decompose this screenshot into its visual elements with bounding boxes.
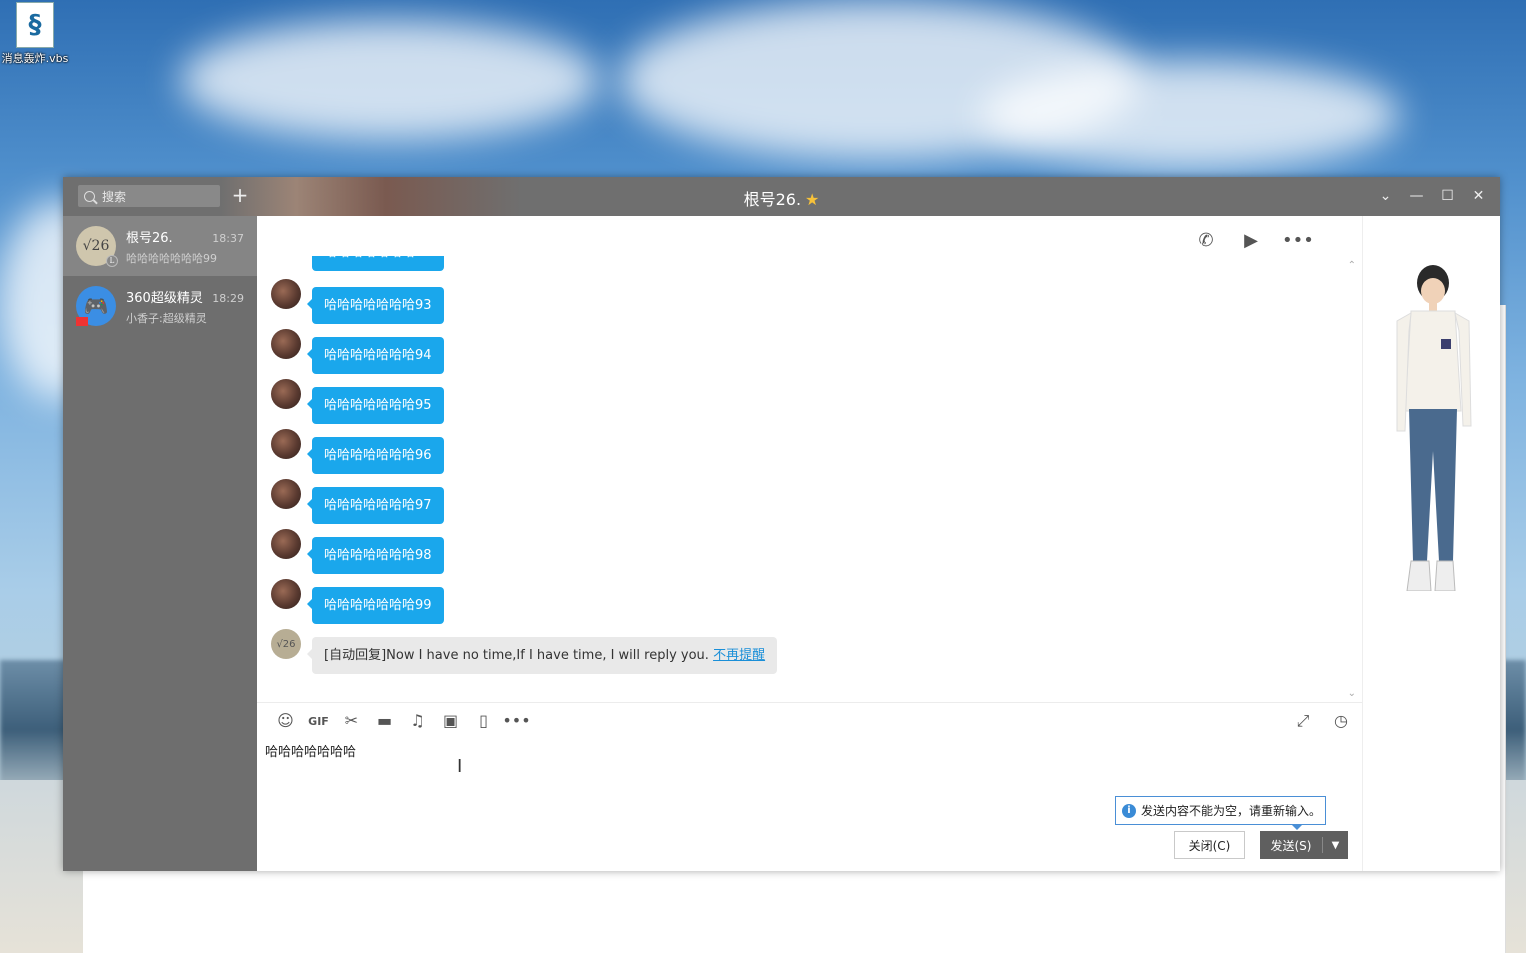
more-icon[interactable]: ••• — [1282, 230, 1314, 252]
message-bubble: 哈哈哈哈哈哈哈94 — [307, 337, 444, 374]
chevron-down-icon[interactable]: ▼ — [1323, 840, 1348, 851]
gif-icon[interactable]: GIF — [302, 711, 335, 733]
info-icon: i — [1122, 803, 1136, 818]
status-icon: L — [106, 255, 118, 267]
message: 哈哈哈哈哈哈哈99 — [271, 579, 444, 624]
dont-remind-link[interactable]: 不再提醒 — [713, 648, 765, 663]
divider — [257, 702, 1362, 703]
message: 哈哈哈哈哈哈哈94 — [271, 329, 444, 374]
auto-reply-text: [自动回复]Now I have no time,If I have time,… — [324, 648, 714, 663]
maximize-button[interactable]: ☐ — [1432, 183, 1463, 209]
badge — [76, 317, 88, 326]
music-icon[interactable]: ♫ — [401, 711, 434, 733]
empty-message-tooltip: i 发送内容不能为空，请重新输入。 — [1115, 796, 1326, 830]
message: 哈哈哈哈哈哈哈93 — [271, 279, 444, 324]
input-toolbar: ☺ GIF ✂ ▬ ♫ ▣ ▯ ••• — [269, 711, 533, 733]
message-bubble: [自动回复]Now I have no time,If I have time,… — [306, 637, 778, 674]
message: 哈哈哈哈哈哈哈97 — [271, 479, 444, 524]
show-panel — [1362, 216, 1500, 871]
scissors-icon[interactable]: ✂ — [335, 711, 368, 733]
avatar — [271, 429, 301, 459]
message-bubble: 哈哈哈哈哈哈哈92 — [312, 256, 444, 271]
avatar: √26 L — [76, 226, 118, 267]
text-cursor-icon: I — [457, 756, 463, 777]
shake-icon[interactable]: ▯ — [467, 711, 500, 733]
send-button[interactable]: 发送(S) ▼ — [1260, 831, 1348, 859]
avatar-text: √26 — [82, 238, 110, 254]
conversation-name: 根号26. — [126, 230, 173, 246]
avatar — [271, 329, 301, 359]
scroll-down-icon[interactable]: ⌄ — [1348, 688, 1356, 699]
tooltip-text: 发送内容不能为空，请重新输入。 — [1141, 804, 1322, 818]
conversation-time: 18:29 — [212, 291, 244, 305]
avatar — [271, 479, 301, 509]
phone-icon[interactable]: ✆ — [1192, 230, 1220, 252]
conversation-time: 18:37 — [212, 231, 244, 245]
conversation-preview: 哈哈哈哈哈哈哈99 — [126, 251, 217, 265]
title-bar[interactable]: 搜索 + 根号26. ★ ⌄ — ☐ ✕ — [63, 177, 1500, 216]
avatar: √26 — [271, 629, 301, 659]
avatar — [271, 279, 301, 309]
dropdown-button[interactable]: ⌄ — [1370, 183, 1401, 209]
chat-window: 搜索 + 根号26. ★ ⌄ — ☐ ✕ √26 L 根号26. 18:37 哈哈… — [63, 177, 1500, 871]
image-icon[interactable]: ▣ — [434, 711, 467, 733]
conversation-list: √26 L 根号26. 18:37 哈哈哈哈哈哈哈99 🎮 360超级精灵 18… — [63, 216, 257, 871]
message: 哈哈哈哈哈哈哈92 — [271, 256, 444, 271]
message-bubble: 哈哈哈哈哈哈哈99 — [307, 587, 444, 624]
conversation-item[interactable]: √26 L 根号26. 18:37 哈哈哈哈哈哈哈99 — [63, 216, 257, 276]
message: 哈哈哈哈哈哈哈95 — [271, 379, 444, 424]
message-bubble: 哈哈哈哈哈哈哈98 — [307, 537, 444, 574]
star-icon: ★ — [805, 190, 820, 209]
auto-reply-message: √26 [自动回复]Now I have no time,If I have t… — [271, 629, 778, 674]
avatar — [271, 529, 301, 559]
avatar-figure[interactable] — [1391, 261, 1475, 591]
avatar — [271, 579, 301, 609]
folder-icon[interactable]: ▬ — [368, 711, 401, 733]
window-title-text: 根号26. — [743, 190, 802, 209]
conversation-item[interactable]: 🎮 360超级精灵 18:29 小香子:超级精灵 — [63, 276, 257, 336]
conversation-name: 360超级精灵 — [126, 290, 203, 306]
send-label: 发送(S) — [1270, 838, 1312, 853]
message: 哈哈哈哈哈哈哈96 — [271, 429, 444, 474]
message: 哈哈哈哈哈哈哈98 — [271, 529, 444, 574]
close-window-button[interactable]: ✕ — [1463, 183, 1494, 209]
message-input[interactable]: 哈哈哈哈哈哈哈 — [265, 741, 1345, 791]
close-button[interactable]: 关闭(C) — [1174, 831, 1245, 859]
minimize-button[interactable]: — — [1401, 183, 1432, 209]
window-title: 根号26. ★ — [63, 186, 1500, 210]
window-controls: ⌄ — ☐ ✕ — [1370, 183, 1494, 209]
message-bubble: 哈哈哈哈哈哈哈95 — [307, 387, 444, 424]
message-bubble: 哈哈哈哈哈哈哈93 — [307, 287, 444, 324]
emoji-icon[interactable]: ☺ — [269, 711, 302, 733]
scroll-up-icon[interactable]: ⌃ — [1348, 260, 1356, 271]
avatar — [271, 379, 301, 409]
history-icon[interactable]: ◷ — [1329, 711, 1353, 733]
gamepad-icon: 🎮 — [83, 294, 109, 318]
desktop-file-icon[interactable]: § 消息轰炸.vbs — [0, 0, 70, 66]
cloud — [980, 60, 1400, 170]
message-bubble: 哈哈哈哈哈哈哈96 — [307, 437, 444, 474]
message-list[interactable]: ⌃ 哈哈哈哈哈哈哈92 哈哈哈哈哈哈哈93 哈哈哈哈哈哈哈94 哈哈哈哈哈哈哈9… — [257, 256, 1362, 703]
chat-panel: ✆ ▶ ••• ⌃ 哈哈哈哈哈哈哈92 哈哈哈哈哈哈哈93 哈哈哈哈哈哈哈94 … — [257, 216, 1362, 871]
message-bubble: 哈哈哈哈哈哈哈97 — [307, 487, 444, 524]
script-file-icon: § — [16, 2, 54, 48]
conversation-preview: 小香子:超级精灵 — [126, 311, 207, 325]
video-icon[interactable]: ▶ — [1237, 230, 1265, 252]
more-icon[interactable]: ••• — [500, 711, 533, 733]
avatar: 🎮 — [76, 286, 116, 326]
desktop-file-label: 消息轰炸.vbs — [1, 52, 69, 65]
expand-icon[interactable]: ⤢ — [1291, 711, 1315, 733]
cloud — [180, 20, 600, 140]
